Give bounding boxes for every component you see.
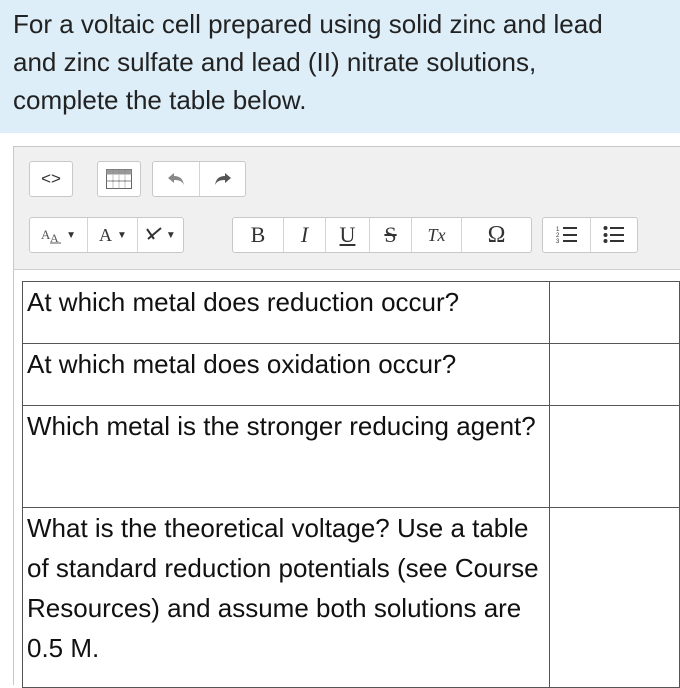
question-cell: Which metal is the stronger reducing age… — [22, 405, 550, 508]
answer-cell[interactable] — [549, 281, 680, 344]
special-character-button[interactable]: Ω — [461, 218, 531, 252]
table-group — [97, 161, 141, 197]
numbered-list-icon: 1 2 3 — [556, 227, 577, 245]
answer-cell[interactable] — [549, 343, 680, 406]
table-row: Which metal is the stronger reducing age… — [22, 405, 680, 508]
table-row: At which metal does oxidation occur? — [22, 343, 680, 406]
question-cell: What is the theoretical voltage? Use a t… — [22, 507, 550, 688]
undo-icon — [168, 173, 184, 185]
answer-cell[interactable] — [549, 405, 680, 508]
clear-format-button[interactable]: Tx — [411, 218, 461, 252]
table-row: At which metal does reduction occur? — [22, 281, 680, 344]
table-row: What is the theoretical voltage? Use a t… — [22, 507, 680, 688]
answer-cell[interactable] — [549, 507, 680, 688]
bold-button[interactable]: B — [233, 218, 283, 252]
italic-icon: I — [300, 222, 309, 247]
font-group: A A ▼ A ▼ ▼ — [29, 217, 184, 253]
undo-button[interactable] — [153, 162, 199, 196]
svg-text:A: A — [50, 231, 59, 244]
question-line: and zinc sulfate and lead (II) nitrate s… — [13, 47, 537, 77]
source-group: <> — [29, 161, 73, 197]
chevron-down-icon: ▼ — [66, 229, 77, 241]
svg-text:3: 3 — [556, 239, 560, 245]
bold-icon: B — [250, 222, 266, 247]
bulleted-list-icon — [603, 226, 624, 243]
font-size-icon: A A — [41, 227, 62, 244]
question-cell: At which metal does reduction occur? — [22, 281, 550, 344]
editor-content[interactable]: At which metal does reduction occur? At … — [22, 281, 680, 688]
question-cell: At which metal does oxidation occur? — [22, 343, 550, 406]
rich-text-editor: <> A A ▼ A ▼ ▼ B I U S Tx Ω 1 2 3 At whi… — [13, 146, 680, 688]
italic-button[interactable]: I — [283, 218, 325, 252]
redo-button[interactable] — [199, 162, 245, 196]
insert-table-button[interactable] — [98, 162, 140, 196]
source-code-button[interactable]: <> — [30, 162, 72, 196]
chevron-down-icon: ▼ — [165, 229, 176, 241]
table-grid-icon — [106, 169, 132, 189]
font-size-button[interactable]: A A ▼ — [30, 218, 87, 252]
source-code-icon: <> — [41, 169, 61, 188]
history-group — [152, 161, 246, 197]
underline-icon: U — [339, 222, 356, 247]
underline-button[interactable]: U — [325, 218, 369, 252]
editor-toolbar: <> A A ▼ A ▼ ▼ B I U S Tx Ω 1 2 3 — [14, 147, 680, 270]
question-line: For a voltaic cell prepared using solid … — [13, 9, 603, 39]
chevron-down-icon: ▼ — [116, 229, 127, 241]
question-table: At which metal does reduction occur? At … — [22, 281, 680, 688]
list-group: 1 2 3 — [542, 217, 638, 253]
strikethrough-button[interactable]: S — [369, 218, 411, 252]
question-prompt: For a voltaic cell prepared using solid … — [0, 0, 680, 133]
font-color-icon: A — [99, 226, 112, 244]
bulleted-list-button[interactable] — [590, 218, 637, 252]
highlighter-icon — [146, 227, 162, 240]
highlight-button[interactable]: ▼ — [136, 218, 183, 252]
font-color-button[interactable]: A ▼ — [87, 218, 136, 252]
format-group: B I U S Tx Ω — [232, 217, 532, 253]
redo-icon — [214, 173, 231, 185]
omega-icon: Ω — [487, 221, 506, 248]
strikethrough-icon: S — [384, 222, 397, 247]
clear-format-icon: Tx — [427, 224, 446, 245]
question-line: complete the table below. — [13, 85, 307, 115]
svg-text:A: A — [99, 226, 112, 244]
numbered-list-button[interactable]: 1 2 3 — [543, 218, 590, 252]
